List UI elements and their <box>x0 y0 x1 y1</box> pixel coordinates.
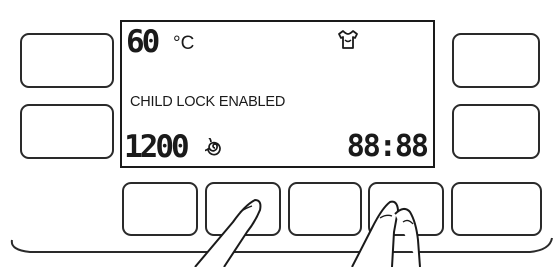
pressing-hands-icon <box>194 199 421 267</box>
